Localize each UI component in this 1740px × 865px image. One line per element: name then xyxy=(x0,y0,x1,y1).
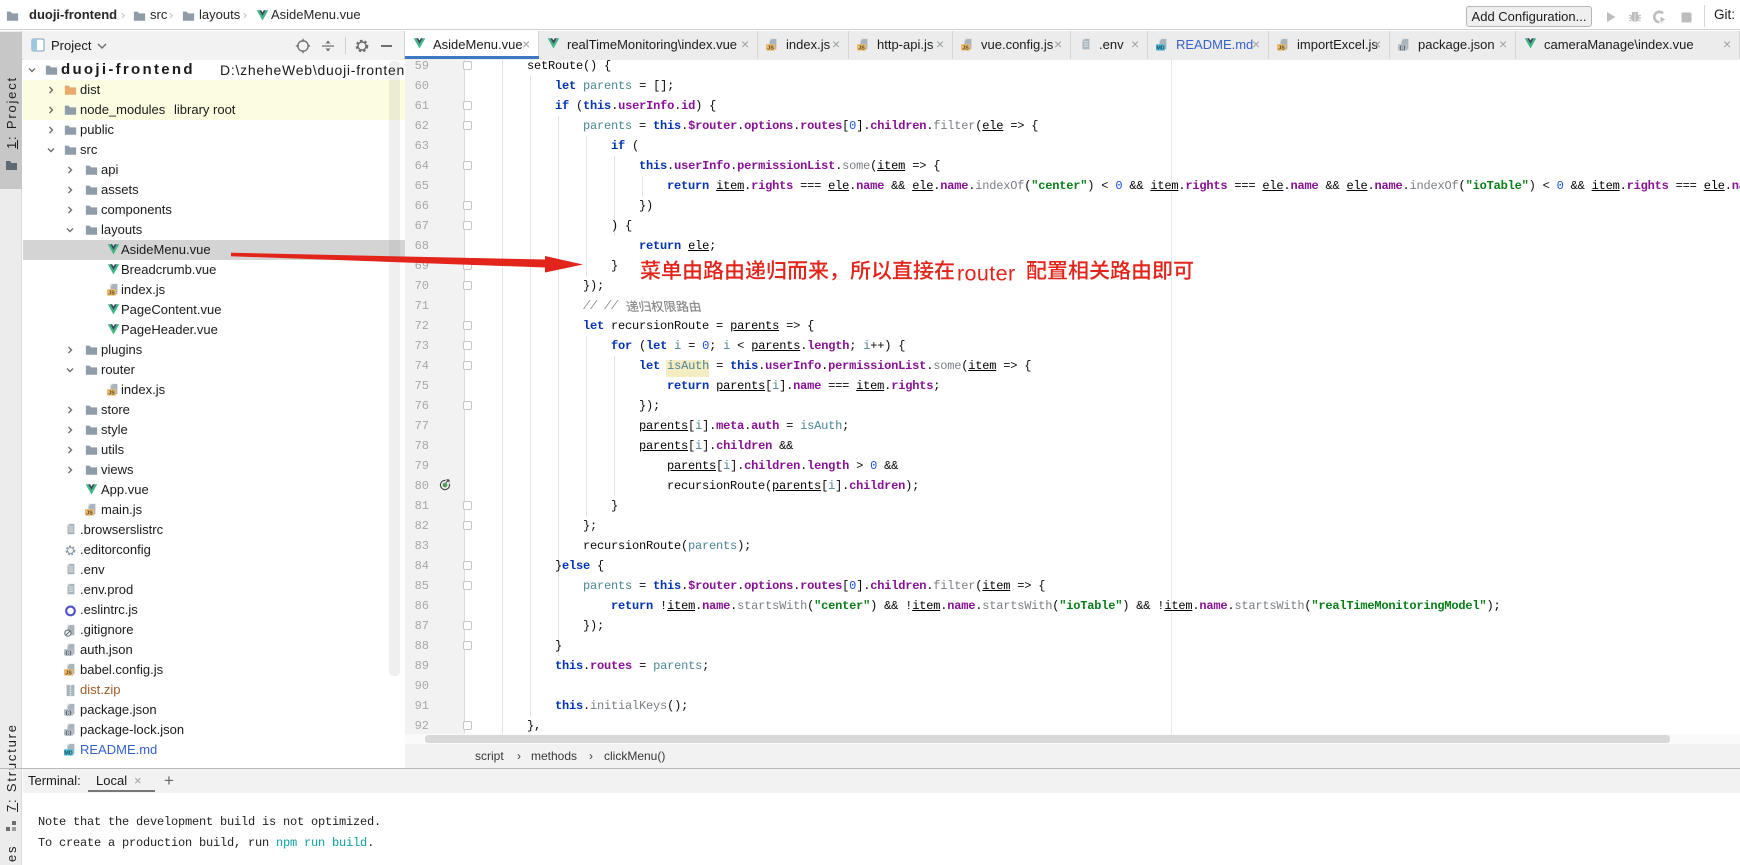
svg-text:JS: JS xyxy=(65,670,72,676)
svg-text:JS: JS xyxy=(962,45,969,51)
svg-text:JS: JS xyxy=(858,45,865,51)
svg-text:{;}: {;} xyxy=(66,710,72,716)
svg-text:{;}: {;} xyxy=(1400,45,1406,51)
svg-text:{;}: {;} xyxy=(66,730,72,736)
svg-text:JS: JS xyxy=(108,290,115,296)
svg-text:MD: MD xyxy=(64,750,72,756)
svg-text:JS: JS xyxy=(86,510,93,516)
svg-text:JS: JS xyxy=(108,390,115,396)
svg-text:MD: MD xyxy=(1156,45,1164,51)
svg-text:JS: JS xyxy=(1278,45,1285,51)
svg-text:{;}: {;} xyxy=(66,650,72,656)
svg-text:JS: JS xyxy=(767,45,774,51)
